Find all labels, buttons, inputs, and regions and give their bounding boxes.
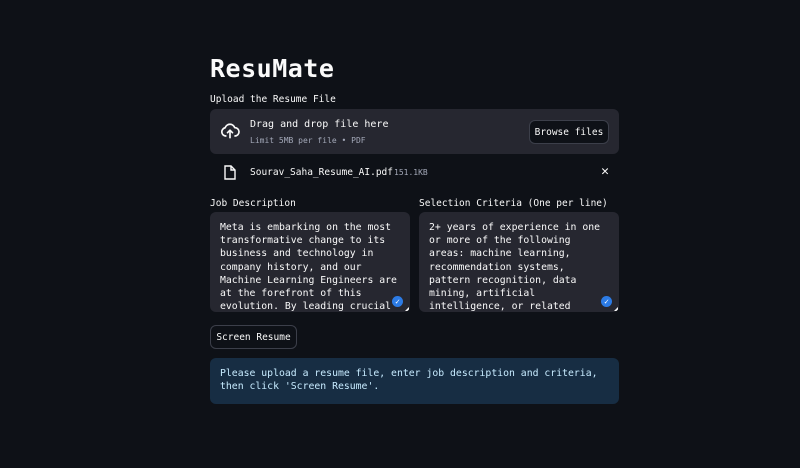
info-message: Please upload a resume file, enter job d… (220, 368, 598, 393)
browse-files-button[interactable]: Browse files (529, 120, 609, 144)
uploaded-file: Sourav_Saha_Resume_AI.pdf 151.1KB ✕ (210, 162, 619, 184)
criteria-textarea[interactable]: 2+ years of experience in one or more of… (419, 212, 619, 312)
criteria-label: Selection Criteria (One per line) (419, 198, 608, 209)
dropzone-subtitle: Limit 5MB per file • PDF (250, 136, 366, 145)
job-description-label: Job Description (210, 198, 296, 209)
info-alert: Please upload a resume file, enter job d… (210, 358, 619, 404)
resize-handle-icon[interactable] (614, 307, 618, 311)
job-description-textarea[interactable]: Meta is embarking on the most transforma… (210, 212, 410, 312)
file-dropzone[interactable]: Drag and drop file here Limit 5MB per fi… (210, 109, 619, 154)
screen-resume-button[interactable]: Screen Resume (210, 325, 297, 349)
grammar-check-icon[interactable]: ✓ (392, 296, 403, 307)
resize-handle-icon[interactable] (405, 307, 409, 311)
cloud-upload-icon (220, 121, 240, 141)
job-description-text: Meta is embarking on the most transforma… (220, 222, 403, 312)
file-size: 151.1KB (394, 168, 428, 177)
file-name: Sourav_Saha_Resume_AI.pdf (250, 167, 393, 178)
file-icon (224, 165, 236, 180)
grammar-check-icon[interactable]: ✓ (601, 296, 612, 307)
remove-file-icon[interactable]: ✕ (601, 164, 609, 179)
upload-label: Upload the Resume File (210, 94, 336, 105)
criteria-text: 2+ years of experience in one or more of… (429, 222, 601, 312)
page-title: ResuMate (210, 54, 335, 83)
dropzone-title: Drag and drop file here (250, 119, 389, 130)
